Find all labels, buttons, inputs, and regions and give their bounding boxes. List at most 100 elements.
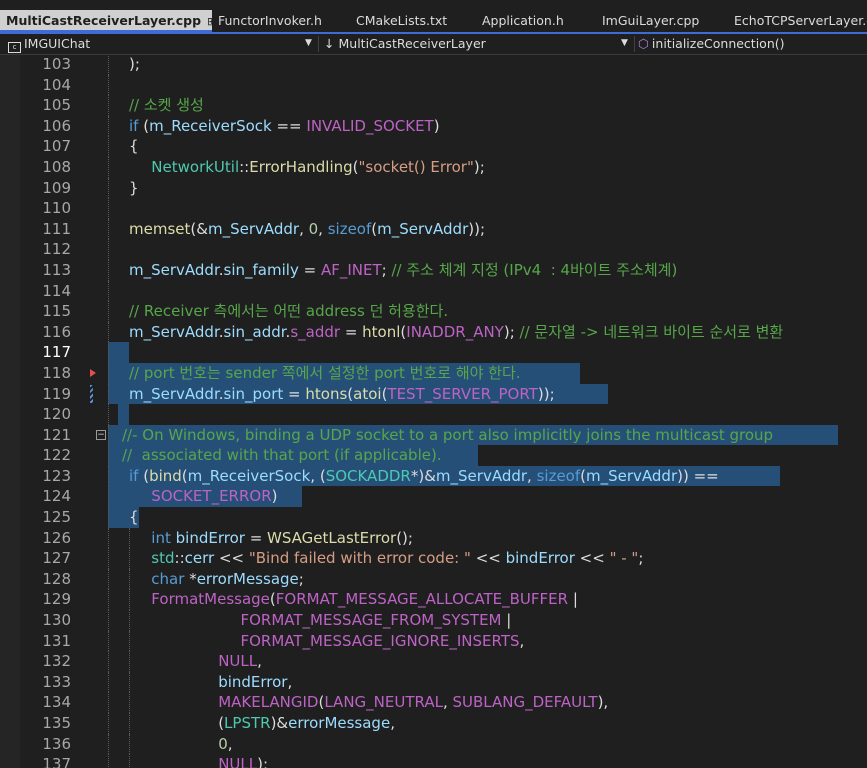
code-line[interactable]: 129 FormatMessage(FORMAT_MESSAGE_ALLOCATE… [0,589,867,611]
code-line[interactable]: 113 m_ServAddr.sin_family = AF_INET; // 주… [0,259,867,281]
code-text: // associated with that port (if applica… [122,446,442,465]
code-line[interactable]: 131 FORMAT_MESSAGE_IGNORE_INSERTS, [0,630,867,652]
chevron-down-icon: ▼ [621,38,628,48]
line-number: 118 [42,363,71,382]
tab-label: EchoTCPServerLayer.cpp [734,13,867,28]
line-number: 120 [42,405,71,424]
tab-multicastreceiverlayer-cpp[interactable]: MultiCastReceiverLayer.cpp ⊞ ✕ [0,10,235,32]
indent-guide [108,445,110,466]
line-number: 107 [42,137,71,156]
line-number: 114 [42,281,71,300]
code-line[interactable]: 137 NULL); [0,754,867,768]
tab-imguilayer-cpp[interactable]: ImGuiLayer.cpp [596,10,726,32]
code-text: } [129,178,139,197]
code-line[interactable]: 105 // 소켓 생성 [0,95,867,116]
line-number: 117 [42,343,71,362]
indent-guide [108,259,110,281]
code-line[interactable]: 112 [0,239,867,260]
code-line[interactable]: 115 // Receiver 측에서는 어떤 address 던 허용한다. [0,301,867,322]
tab-echotcpserverlayer-cpp[interactable]: EchoTCPServerLayer.cpp [728,10,867,32]
code-text: NULL); [218,755,269,768]
tab-functorinvoker-h[interactable]: FunctorInvoker.h [212,10,348,32]
code-line[interactable]: 103); [0,55,867,75]
breakpoint-marker-icon[interactable] [90,368,96,377]
code-text: m_ServAddr.sin_family = AF_INET; // 주소 체… [129,260,678,279]
indent-guide [108,713,110,734]
code-line[interactable]: 123 if (bind(m_ReceiverSock, (SOCKADDR*)&… [0,465,867,487]
tab-label: ImGuiLayer.cpp [602,13,700,28]
code-text: ); [129,55,140,73]
selection-highlight [108,342,129,363]
indent-guide [108,383,110,405]
code-line[interactable]: 128 char *errorMessage; [0,568,867,590]
code-text: std::cerr << "Bind failed with error cod… [151,549,644,568]
code-line[interactable]: 121 − //- On Windows, binding a UDP socket… [0,424,867,446]
selection-highlight [118,404,129,425]
line-number: 132 [42,652,71,671]
line-number: 115 [42,302,71,321]
code-line[interactable]: 118 // port 번호는 sender 쪽에서 설정한 port 번호로 해… [0,362,867,384]
code-line[interactable]: 125 { [0,507,867,528]
code-line[interactable]: 124 SOCKET_ERROR) [0,486,867,508]
line-number: 109 [42,178,71,197]
tab-cmakelists-txt[interactable]: CMakeLists.txt [350,10,476,32]
line-number: 106 [42,116,71,135]
member-dropdown[interactable]: ⬡ initializeConnection() [638,34,867,54]
code-line[interactable]: 110 [0,198,867,219]
code-line[interactable]: 136 0, [0,733,867,755]
indent-guide [108,115,110,137]
indent-guide [129,548,131,569]
line-number: 131 [42,631,71,650]
divider [318,36,319,52]
indent-guide [108,342,110,363]
indent-guide [108,754,110,768]
chevron-down-icon: ▼ [305,38,312,48]
code-line[interactable]: 106 if (m_ReceiverSock == INVALID_SOCKET) [0,115,867,137]
line-number: 128 [42,569,71,588]
code-line[interactable]: 127 std::cerr << "Bind failed with error … [0,548,867,569]
line-number: 126 [42,528,71,547]
indent-guide [108,465,110,487]
code-text: MAKELANGID(LANG_NEUTRAL, SUBLANG_DEFAULT… [218,693,609,712]
project-dropdown[interactable]: c IMGUIChat ▼ [8,34,316,54]
code-line[interactable]: 130 FORMAT_MESSAGE_FROM_SYSTEM | [0,610,867,631]
code-text: NULL, [218,652,262,671]
code-line[interactable]: 114 [0,280,867,302]
code-text: m_ServAddr.sin_port = htons(atoi(TEST_SE… [129,384,555,403]
line-number: 133 [42,672,71,691]
code-line[interactable]: 120 [0,404,867,425]
tab-label: CMakeLists.txt [356,13,448,28]
code-editor[interactable]: 103); 104 105// 소켓 생성 106 if (m_ReceiverSock… [0,55,867,768]
tab-application-h[interactable]: Application.h [476,10,598,32]
indent-guide [108,321,110,343]
code-line[interactable]: 134 MAKELANGID(LANG_NEUTRAL, SUBLANG_DEFA… [0,692,867,713]
indent-guide [108,404,110,425]
code-line[interactable]: 133 bindError, [0,671,867,693]
indent-guide [108,74,110,96]
code-line[interactable]: 104 [0,74,867,96]
code-lines: 103); 104 105// 소켓 생성 106 if (m_ReceiverSock… [0,55,867,768]
code-line[interactable]: 122 // associated with that port (if appl… [0,445,867,466]
code-line[interactable]: 116 m_ServAddr.sin_addr.s_addr = htonl(IN… [0,321,867,343]
code-line[interactable]: 111 memset(&m_ServAddr, 0, sizeof(m_ServA… [0,218,867,240]
fold-toggle-icon[interactable]: − [96,429,106,440]
code-line[interactable]: 132 NULL, [0,651,867,672]
indent-guide [108,177,110,199]
code-line[interactable]: 135 (LPSTR)&errorMessage, [0,713,867,734]
line-number: 110 [42,199,71,218]
tab-label: Application.h [482,13,564,28]
code-line[interactable]: 119 m_ServAddr.sin_port = htons(atoi(TEST… [0,383,867,405]
code-line[interactable]: 107 { [0,136,867,157]
code-line[interactable]: 126 int bindError = WSAGetLastError(); [0,527,867,549]
scope-dropdown[interactable]: ↓ MultiCastReceiverLayer ▼ [324,34,632,54]
member-label: initializeConnection() [651,36,785,51]
code-text: memset(&m_ServAddr, 0, sizeof(m_ServAddr… [129,219,486,238]
indent-guide [108,568,110,590]
tab-label: MultiCastReceiverLayer.cpp [6,13,202,28]
indent-guide [108,651,110,672]
code-line[interactable]: 108 NetworkUtil::ErrorHandling("socket() … [0,156,867,178]
code-line[interactable]: 109} [0,177,867,199]
code-text: { [129,137,139,156]
code-text: NetworkUtil::ErrorHandling("socket() Err… [151,157,485,176]
code-line[interactable]: 117 [0,342,867,363]
